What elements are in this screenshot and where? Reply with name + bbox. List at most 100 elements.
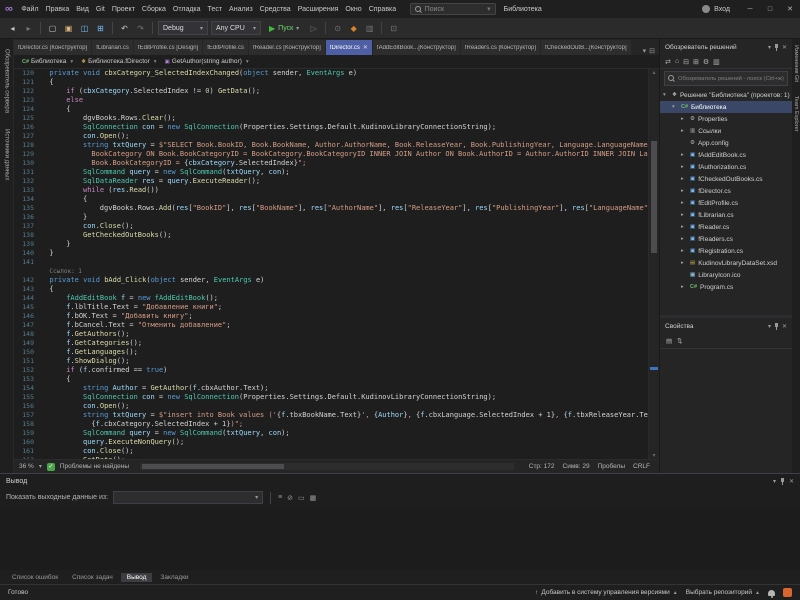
code-line[interactable]: 139} [14,240,648,249]
menu-item[interactable]: Анализ [226,4,257,15]
code-line[interactable]: 156con.Open(); [14,402,648,411]
solution-configurations-dropdown[interactable]: Debug ▾ [158,21,208,35]
code-line[interactable]: 154string Author = GetAuthor(f.cbxAuthor… [14,384,648,393]
code-text[interactable]: dgvBooks.Rows.Clear(); [41,114,648,123]
editor-status-item[interactable]: Стр: 172 [525,463,559,470]
expand-arrow-icon[interactable]: ▸ [681,176,687,182]
close-icon[interactable]: ✕ [363,44,368,51]
sign-in-button[interactable]: Вход [714,6,730,13]
code-line[interactable]: 141 [14,258,648,267]
code-line[interactable]: 146f.bOK.Text = "Добавить книгу"; [14,312,648,321]
code-line[interactable]: 136} [14,213,648,222]
tree-item[interactable]: ▸⚙Properties [660,113,792,125]
code-text[interactable]: dgvBooks.Rows.Add(res["BookID"], res["Bo… [41,204,648,213]
code-text[interactable]: } [41,249,648,258]
redo-icon[interactable]: ↷ [134,21,147,35]
code-text[interactable]: string Author = GetAuthor(f.cbxAuthor.Te… [41,384,648,393]
tree-item[interactable]: ▸▣fRegistration.cs [660,245,792,257]
panel-tab[interactable]: Вывод [121,573,153,582]
line-number[interactable]: 127 [14,132,41,141]
line-number[interactable]: 138 [14,231,41,240]
code-text[interactable]: SqlDataReader res = query.ExecuteReader(… [41,177,648,186]
show-all-files-icon[interactable]: ⊞ [693,58,699,66]
code-line[interactable]: 128string txtQuery = $"SELECT Book.BookI… [14,141,648,150]
line-number[interactable]: 131 [14,168,41,177]
code-line[interactable]: 143{ [14,285,648,294]
code-text[interactable]: f.lblTitle.Text = "Добавление книги"; [41,303,648,312]
code-text[interactable]: SqlConnection con = new SqlConnection(Pr… [41,393,648,402]
expand-arrow-icon[interactable]: ▸ [681,116,687,122]
code-text[interactable]: while (res.Read()) [41,186,648,195]
tree-item[interactable]: ▾C#Библиотека [660,101,792,113]
tree-item[interactable]: ▸▣fReaders.cs [660,233,792,245]
navigate-back-icon[interactable]: ◂ [6,21,19,35]
code-text[interactable]: f.GetAuthors(); [41,330,648,339]
code-line[interactable]: 162GetData(); [14,456,648,459]
minimize-button[interactable]: ─ [740,0,760,18]
breakpoints-icon[interactable]: ⊙ [331,21,344,35]
line-number[interactable]: 141 [14,258,41,267]
menu-item[interactable]: Средства [256,4,294,15]
code-text[interactable]: f.bCancel.Text = "Отменить добавление"; [41,321,648,330]
line-number[interactable]: 155 [14,393,41,402]
output-source-dropdown[interactable]: ▾ [113,491,263,504]
line-number[interactable]: 149 [14,339,41,348]
line-number[interactable]: 162 [14,456,41,459]
line-number[interactable]: 130 [14,159,41,168]
add-to-source-control-button[interactable]: ↑ Добавить в систему управления версиями… [535,589,678,596]
pin-icon[interactable] [774,44,779,51]
menu-item[interactable]: Вид [73,4,93,15]
line-number[interactable]: 143 [14,285,41,294]
tree-item[interactable]: ⚙App.config [660,137,792,149]
document-tab[interactable]: fEditProfile.cs [Design] [134,40,202,55]
code-line[interactable]: 159SqlCommand query = new SqlCommand(txt… [14,429,648,438]
expand-arrow-icon[interactable]: ▸ [681,284,687,290]
code-text[interactable]: con.Open(); [41,132,648,141]
pin-icon[interactable] [780,478,785,485]
code-line[interactable]: 130Book.BookCategoryID = {cbxCategory.Se… [14,159,648,168]
code-line[interactable]: 142private void bAdd_Click(object sender… [14,276,648,285]
menu-item[interactable]: Файл [18,4,42,15]
menu-item[interactable]: Проект [108,4,138,15]
code-line[interactable]: 148f.GetAuthors(); [14,330,648,339]
code-text[interactable]: GetData(); [41,456,648,459]
code-text[interactable]: query.ExecuteNonQuery(); [41,438,648,447]
code-text[interactable]: GetCheckedOutBooks(); [41,231,648,240]
solution-platforms-dropdown[interactable]: Any CPU ▾ [211,21,261,35]
line-number[interactable]: 159 [14,429,41,438]
collapse-all-icon[interactable]: ⊟ [683,58,689,66]
panel-tab[interactable]: Закладки [154,573,194,582]
code-line[interactable]: 122if (cbxCategory.SelectedIndex != 0) G… [14,87,648,96]
tree-item[interactable]: ▸▣fEditProfile.cs [660,197,792,209]
code-line[interactable]: Ссылок: 1 [14,267,648,276]
word-wrap-icon[interactable]: ▭ [298,494,305,502]
tree-item[interactable]: ▸▥Ссылки [660,125,792,137]
code-line[interactable]: 131SqlCommand query = new SqlCommand(txt… [14,168,648,177]
line-number[interactable]: 139 [14,240,41,249]
code-health-icon[interactable]: ✓ [47,463,55,471]
code-text[interactable]: Book.BookCategoryID = {cbxCategory.Selec… [41,159,648,168]
code-text[interactable]: { [41,105,648,114]
tree-item[interactable]: ▸▣fAuthorization.cs [660,161,792,173]
line-number[interactable]: 158 [14,420,41,429]
panel-tab[interactable]: Список ошибок [6,573,64,582]
line-number[interactable]: 161 [14,447,41,456]
close-icon[interactable]: ✕ [789,478,794,485]
line-number[interactable]: 146 [14,312,41,321]
line-number[interactable]: 125 [14,114,41,123]
expand-arrow-icon[interactable]: ▸ [681,200,687,206]
expand-arrow-icon[interactable]: ▸ [681,260,687,266]
tree-item[interactable]: ▸▣fLibrarian.cs [660,209,792,221]
line-number[interactable]: 147 [14,321,41,330]
line-number[interactable]: 129 [14,150,41,159]
code-text[interactable]: con.Open(); [41,402,648,411]
code-line[interactable]: 140} [14,249,648,258]
code-text[interactable]: fAddEditBook f = new fAddEditBook(); [41,294,648,303]
vertical-scrollbar[interactable]: ▴ ▾ [648,69,659,459]
undo-icon[interactable]: ↶ [118,21,131,35]
code-text[interactable]: { [41,195,648,204]
start-debugging-button[interactable]: ▶ Пуск ▾ [264,21,304,35]
chevron-down-icon[interactable]: ▾ [768,44,771,51]
tool-window-tab[interactable]: Team Explorer [793,96,799,131]
code-line[interactable]: 124{ [14,105,648,114]
